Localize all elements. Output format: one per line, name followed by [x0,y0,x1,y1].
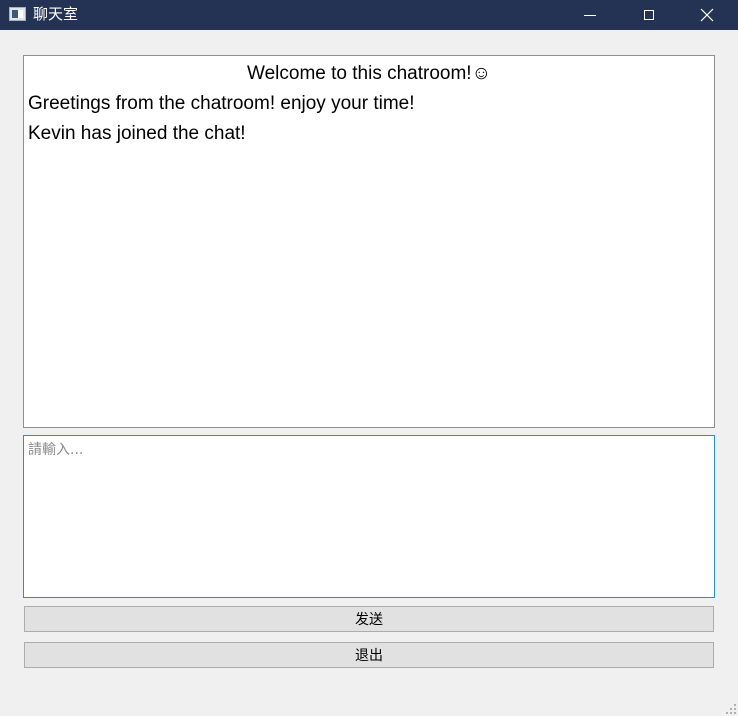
close-button[interactable] [684,0,730,30]
quit-button[interactable]: 退出 [24,642,714,668]
close-icon [700,8,714,22]
title-bar[interactable]: 聊天室 [0,0,738,30]
minimize-button[interactable] [567,0,613,30]
chat-message-display[interactable]: Welcome to this chatroom!☺ Greetings fro… [23,55,715,428]
maximize-button[interactable] [626,0,672,30]
welcome-message: Welcome to this chatroom!☺ [247,63,491,84]
maximize-icon [644,10,654,20]
chat-message: Greetings from the chatroom! enjoy your … [28,93,415,114]
resize-grip[interactable] [726,704,736,714]
app-icon-panel-light [18,10,23,18]
window-title: 聊天室 [33,5,79,23]
chat-message: Kevin has joined the chat! [28,123,246,144]
chat-window: 聊天室 Welcome to this chatroom!☺ Greetings… [0,0,738,716]
app-window-icon [9,7,26,21]
minimize-icon [584,14,596,16]
send-button[interactable]: 发送 [24,606,714,632]
message-input[interactable] [23,435,715,598]
